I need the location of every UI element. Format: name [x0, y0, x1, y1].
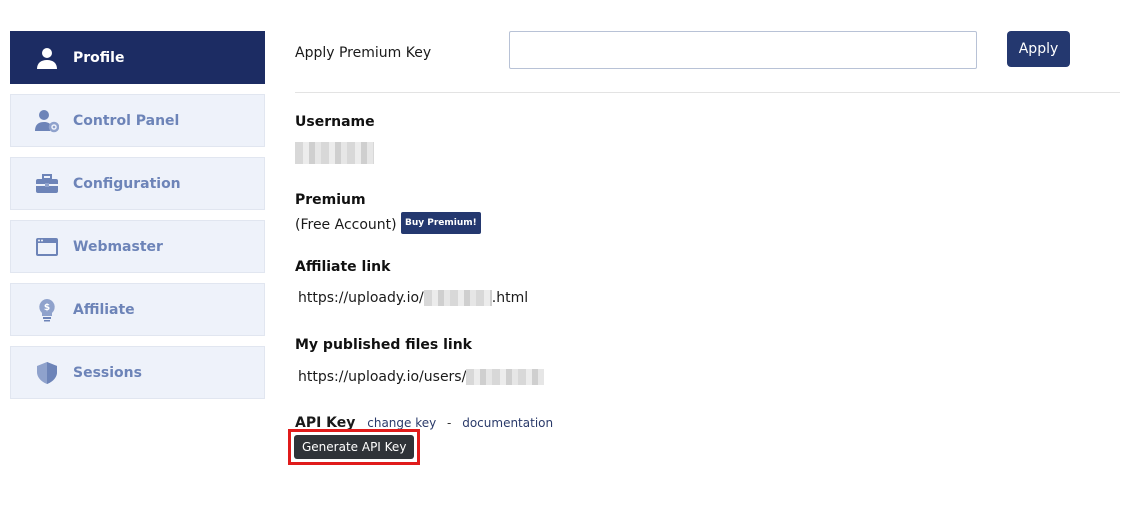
affiliate-link-label: Affiliate link	[295, 259, 391, 275]
username-value-redacted	[295, 142, 374, 164]
highlight-box: Generate API Key	[288, 429, 421, 465]
documentation-link[interactable]: documentation	[462, 416, 553, 430]
apply-button[interactable]: Apply	[1007, 31, 1070, 67]
premium-key-label: Apply Premium Key	[295, 45, 432, 61]
user-icon	[35, 46, 59, 70]
change-key-link[interactable]: change key	[367, 416, 436, 430]
sidebar-item-label: Webmaster	[73, 238, 163, 255]
sidebar-item-webmaster[interactable]: Webmaster	[10, 220, 265, 273]
browser-window-icon	[35, 235, 59, 259]
shield-icon	[35, 361, 59, 385]
affiliate-id-redacted	[423, 290, 492, 306]
affiliate-link-suffix: .html	[491, 290, 529, 306]
svg-text:$: $	[44, 303, 50, 313]
sidebar-item-control-panel[interactable]: Control Panel	[10, 94, 265, 147]
lightbulb-dollar-icon: $	[35, 298, 59, 322]
published-files-value: https://uploady.io/users/	[298, 369, 545, 385]
username-redacted	[466, 369, 545, 385]
sidebar-item-label: Configuration	[73, 175, 181, 192]
sidebar-item-label: Sessions	[73, 364, 142, 381]
user-gear-icon	[35, 109, 59, 133]
username-label: Username	[295, 114, 375, 130]
sidebar-item-label: Profile	[73, 49, 125, 66]
toolbox-icon	[35, 172, 59, 196]
affiliate-link-prefix: https://uploady.io/	[298, 290, 424, 306]
premium-key-row: Apply Premium Key Apply	[295, 20, 1120, 93]
sidebar-item-affiliate[interactable]: $ Affiliate	[10, 283, 265, 336]
premium-label: Premium	[295, 192, 366, 208]
buy-premium-button[interactable]: Buy Premium!	[401, 212, 481, 234]
sidebar-item-sessions[interactable]: Sessions	[10, 346, 265, 399]
sidebar-item-label: Affiliate	[73, 301, 135, 318]
published-files-prefix: https://uploady.io/users/	[298, 369, 467, 385]
generate-api-key-button[interactable]: Generate API Key	[294, 435, 415, 459]
premium-key-input[interactable]	[509, 31, 977, 69]
sidebar: Profile Control Panel Configuration Webm…	[10, 31, 265, 409]
sidebar-item-profile[interactable]: Profile	[10, 31, 265, 84]
premium-status: (Free Account)	[295, 217, 397, 233]
profile-panel: Apply Premium Key Apply Username Premium…	[288, 20, 1120, 465]
affiliate-link-value: https://uploady.io/ .html	[298, 290, 528, 306]
published-files-label: My published files link	[295, 337, 472, 353]
sidebar-item-label: Control Panel	[73, 112, 180, 129]
sidebar-item-configuration[interactable]: Configuration	[10, 157, 265, 210]
link-separator: -	[447, 416, 452, 430]
